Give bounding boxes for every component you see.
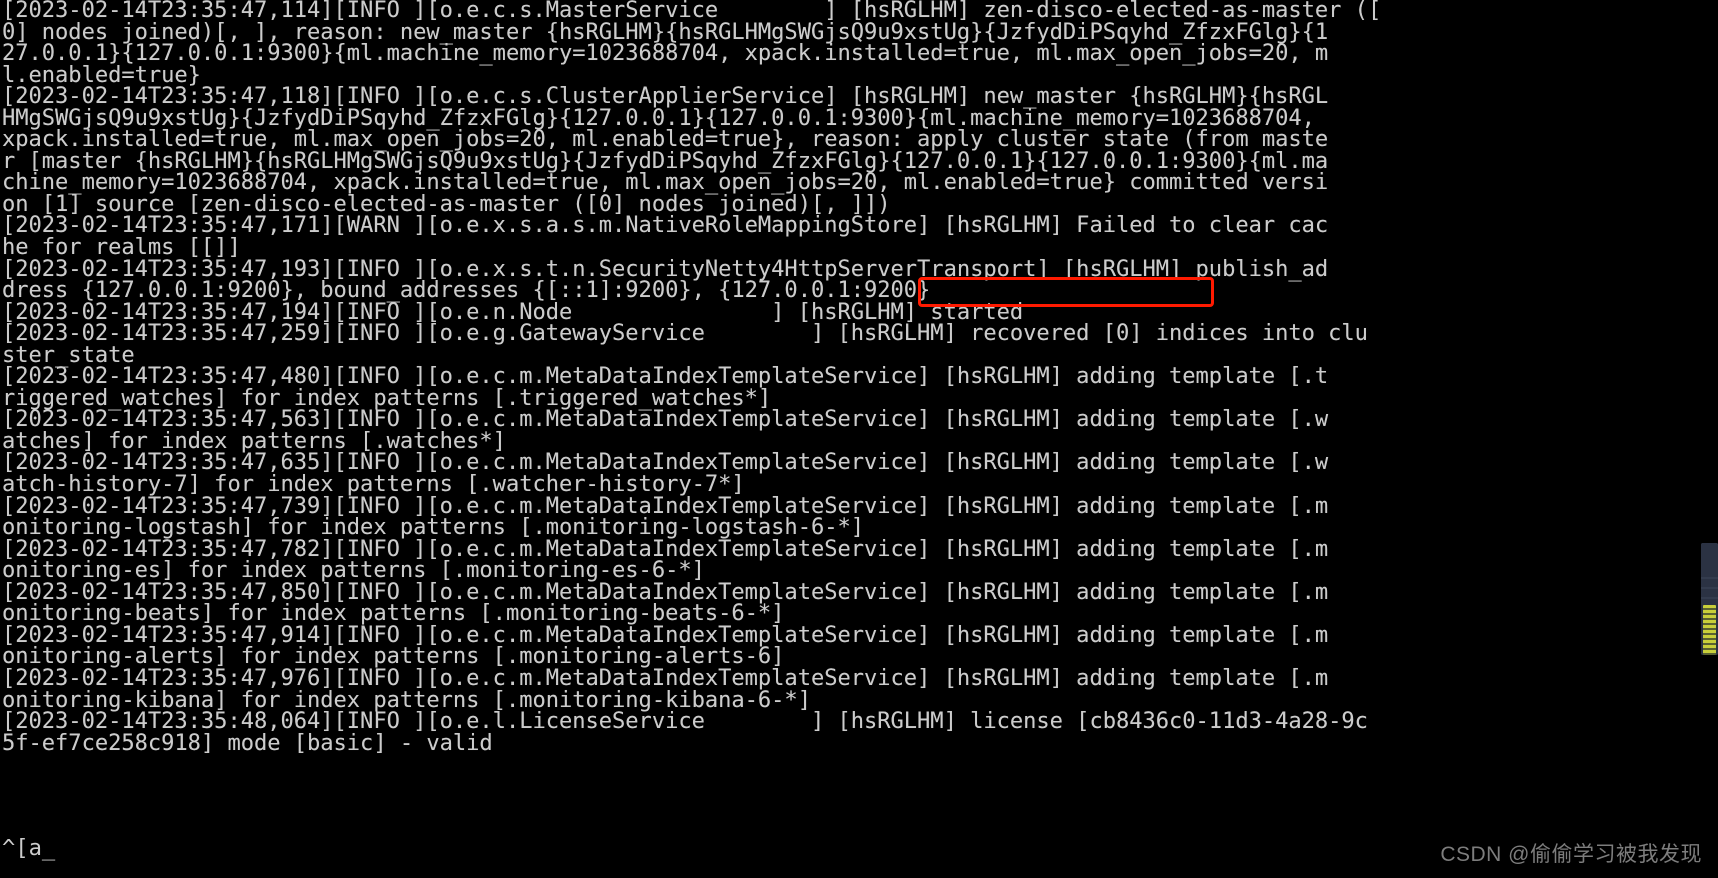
terminal-log-output: [2023-02-14T23:35:47,114][INFO ][o.e.c.s… (0, 0, 1718, 754)
log-line: [2023-02-14T23:35:47,171][WARN ][o.e.x.s… (2, 212, 1329, 239)
terminal-window[interactable]: [2023-02-14T23:35:47,114][INFO ][o.e.c.s… (0, 0, 1718, 878)
log-line: [2023-02-14T23:35:47,259][INFO ][o.e.g.G… (2, 320, 1368, 347)
vertical-scrollbar[interactable] (1701, 543, 1718, 655)
terminal-prompt[interactable]: ^[a_ (2, 837, 55, 860)
log-line: 5f-ef7ce258c918] mode [basic] - valid (2, 729, 493, 756)
log-line: 27.0.0.1}{127.0.0.1:9300}{ml.machine_mem… (2, 40, 1329, 67)
csdn-watermark: CSDN @偷偷学习被我发现 (1440, 843, 1702, 866)
scrollbar-thumb[interactable] (1703, 605, 1716, 655)
